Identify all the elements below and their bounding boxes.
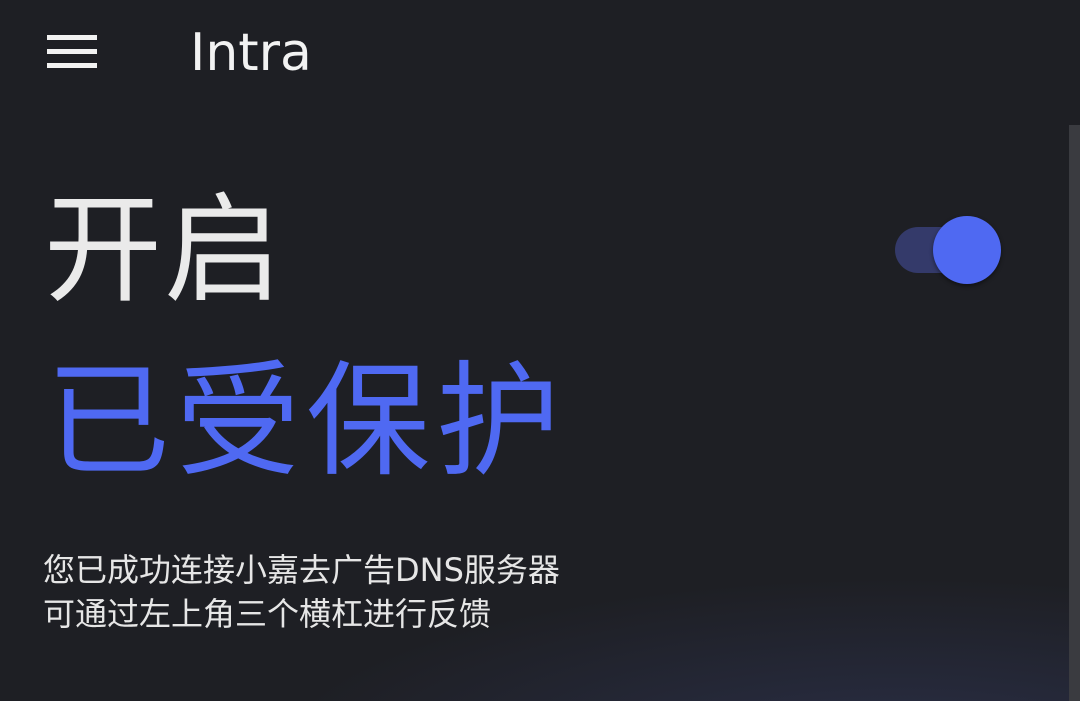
app-title: Intra <box>190 23 312 83</box>
protection-toggle[interactable] <box>895 216 1003 286</box>
hamburger-menu-icon <box>47 35 97 68</box>
protection-state-label: 开启 <box>44 181 285 319</box>
scrollbar[interactable] <box>1069 125 1080 701</box>
app-screen: Intra 开启 已受保护 您已成功连接小嘉去广告DNS服务器 可通过左上角三个… <box>0 0 1080 701</box>
app-bar: Intra <box>0 0 1080 110</box>
description-line: 可通过左上角三个横杠进行反馈 <box>43 595 492 633</box>
description-line: 您已成功连接小嘉去广告DNS服务器 <box>43 551 560 589</box>
toggle-thumb <box>933 216 1001 284</box>
description-text: 您已成功连接小嘉去广告DNS服务器 可通过左上角三个横杠进行反馈 <box>43 548 1023 636</box>
protection-status-label: 已受保护 <box>46 350 567 494</box>
menu-button[interactable] <box>36 22 110 82</box>
